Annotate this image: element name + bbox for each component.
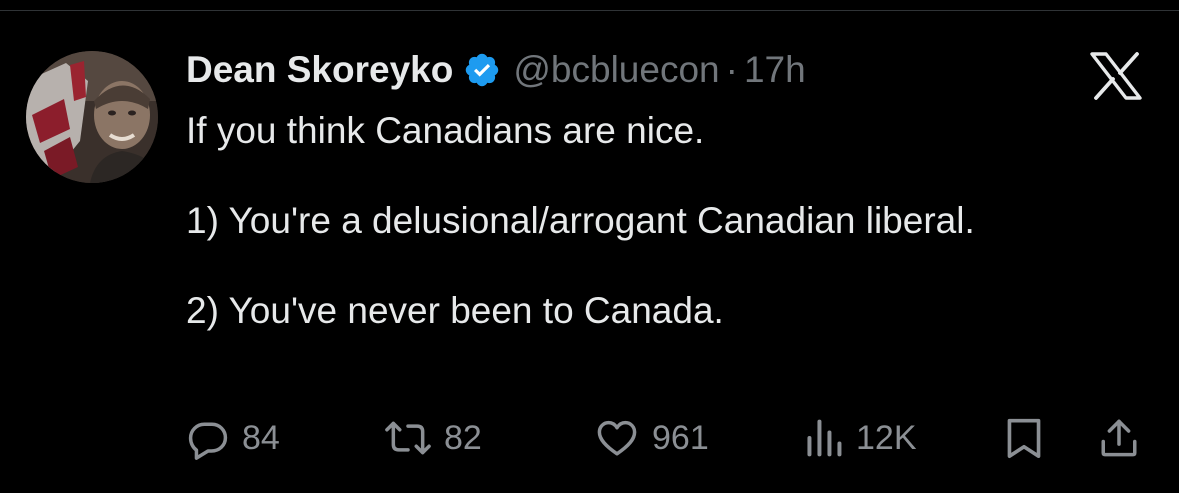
tweet-line-blank [186, 243, 1166, 288]
reply-button[interactable]: 84 [186, 414, 280, 462]
x-logo-icon [1090, 52, 1142, 100]
timestamp[interactable]: 17h [744, 49, 806, 91]
bookmark-button[interactable] [1004, 414, 1044, 462]
tweet-line-blank [186, 153, 1166, 198]
tweet-header: Dean Skoreyko @bcbluecon · 17h [186, 42, 806, 98]
verified-badge-icon [463, 51, 501, 89]
repost-icon [384, 416, 432, 460]
author-handle[interactable]: @bcbluecon [513, 49, 719, 91]
action-bar: 84 82 961 12K [186, 414, 1146, 462]
top-divider [0, 10, 1179, 11]
tweet-line: 2) You've never been to Canada. [186, 290, 724, 331]
reply-count: 84 [242, 418, 280, 457]
avatar[interactable] [26, 51, 158, 183]
like-button[interactable]: 961 [594, 414, 709, 462]
views-button[interactable]: 12K [804, 414, 917, 462]
bookmark-icon [1004, 416, 1044, 460]
views-icon [804, 416, 844, 460]
author-name[interactable]: Dean Skoreyko [186, 49, 453, 91]
tweet-line: If you think Canadians are nice. [186, 110, 705, 151]
tweet-line: 1) You're a delusional/arrogant Canadian… [186, 200, 975, 241]
share-button[interactable] [1098, 414, 1140, 462]
separator-dot: · [725, 49, 738, 90]
repost-button[interactable]: 82 [384, 414, 482, 462]
repost-count: 82 [444, 418, 482, 457]
like-count: 961 [652, 418, 709, 457]
reply-icon [186, 416, 230, 460]
views-count: 12K [856, 418, 917, 457]
heart-icon [594, 416, 640, 460]
share-icon [1098, 416, 1140, 460]
tweet-text: If you think Canadians are nice. 1) You'… [186, 108, 1166, 333]
